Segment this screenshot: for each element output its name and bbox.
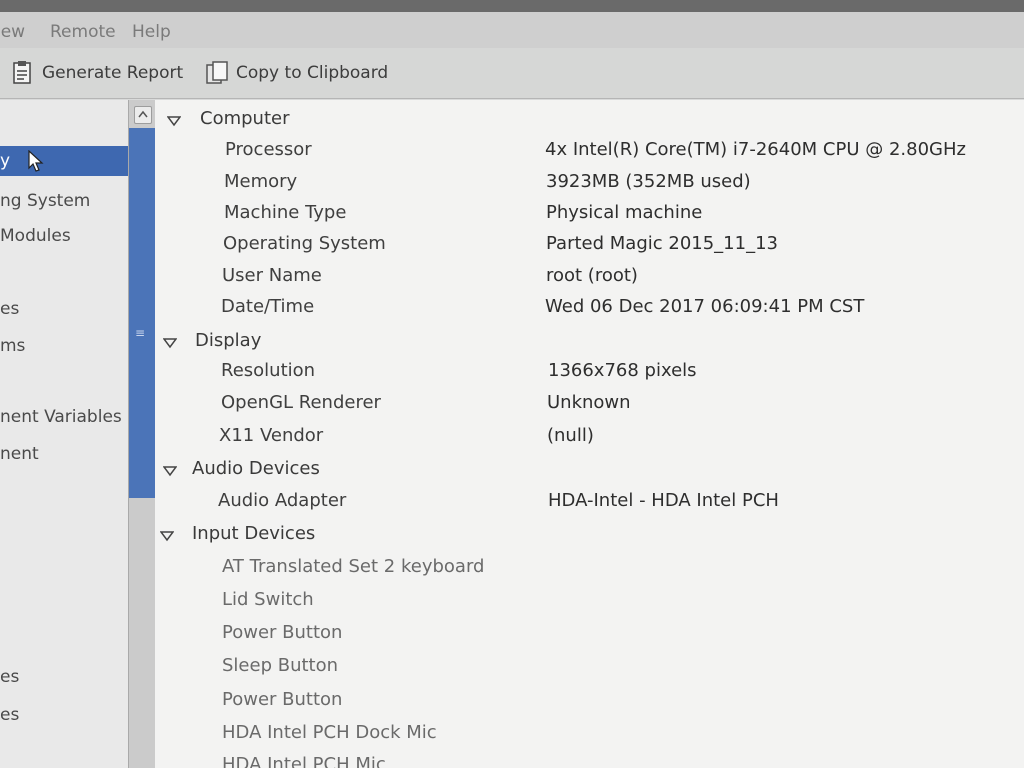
- row-key: Operating System: [223, 233, 386, 254]
- row-value: HDA-Intel - HDA Intel PCH: [548, 490, 779, 511]
- sidebar-item-label: nent: [0, 444, 39, 464]
- report-icon: [12, 61, 32, 85]
- sidebar-item-label: ms: [0, 336, 26, 356]
- sidebar-item-summary[interactable]: y: [0, 146, 128, 176]
- expander-down-icon[interactable]: [162, 462, 178, 477]
- scrollbar-thumb[interactable]: ≡: [129, 128, 155, 498]
- copy-to-clipboard-label: Copy to Clipboard: [236, 63, 389, 83]
- generate-report-button[interactable]: Generate Report: [12, 58, 183, 88]
- tree-row[interactable]: Power Button: [155, 618, 1024, 648]
- sidebar-item-development[interactable]: nent: [0, 439, 128, 469]
- category-label: Computer: [200, 108, 290, 129]
- row-key: Memory: [224, 171, 298, 192]
- tree-row[interactable]: Lid Switch: [155, 585, 1024, 615]
- tree-row[interactable]: Sleep Button: [155, 651, 1024, 681]
- input-device-name: Sleep Button: [222, 655, 339, 676]
- details-tree: Computer Processor 4x Intel(R) Core(TM) …: [155, 100, 1024, 768]
- sidebar-item-operating-system[interactable]: ng System: [0, 186, 128, 216]
- tree-row[interactable]: Processor 4x Intel(R) Core(TM) i7-2640M …: [155, 135, 1024, 165]
- menu-bar: iew Remote Help: [0, 12, 1024, 49]
- sidebar-item-kernel-modules[interactable]: Modules: [0, 221, 128, 251]
- sidebar-item-devices[interactable]: es: [0, 662, 128, 692]
- tree-row[interactable]: AT Translated Set 2 keyboard: [155, 552, 1024, 582]
- sidebar-item-label: y: [0, 151, 11, 171]
- input-device-name: Power Button: [222, 689, 343, 710]
- mouse-cursor-icon: [28, 149, 44, 182]
- tree-row[interactable]: Audio Adapter HDA-Intel - HDA Intel PCH: [155, 486, 1024, 516]
- expander-down-icon[interactable]: [162, 334, 178, 349]
- row-key: X11 Vendor: [219, 425, 324, 446]
- input-device-name: HDA Intel PCH Mic: [222, 754, 386, 768]
- tree-row[interactable]: Resolution 1366x768 pixels: [155, 356, 1024, 386]
- menu-help[interactable]: Help: [132, 22, 171, 42]
- menu-remote[interactable]: Remote: [50, 22, 116, 42]
- row-value: 3923MB (352MB used): [546, 171, 751, 192]
- row-value: Unknown: [547, 392, 631, 413]
- row-value: 1366x768 pixels: [548, 360, 697, 381]
- row-key: Machine Type: [224, 202, 347, 223]
- row-key: Audio Adapter: [218, 490, 347, 511]
- category-input-devices[interactable]: Input Devices: [155, 519, 1024, 549]
- sidebar-item-filesystems[interactable]: ms: [0, 331, 128, 361]
- tree-row[interactable]: User Name root (root): [155, 261, 1024, 291]
- row-value: root (root): [546, 265, 638, 286]
- row-value: Physical machine: [546, 202, 703, 223]
- row-key: Resolution: [221, 360, 316, 381]
- sidebar-item-label: ng System: [0, 191, 91, 211]
- tree-row[interactable]: Date/Time Wed 06 Dec 2017 06:09:41 PM CS…: [155, 292, 1024, 322]
- toolbar: Generate Report Copy to Clipboard: [0, 48, 1024, 99]
- window-titlebar: [0, 0, 1024, 12]
- tree-row[interactable]: HDA Intel PCH Mic: [155, 750, 1024, 768]
- row-key: Processor: [225, 139, 312, 160]
- row-value: Wed 06 Dec 2017 06:09:41 PM CST: [545, 296, 865, 317]
- sidebar-item-resources[interactable]: es: [0, 700, 128, 730]
- grip-icon: ≡: [135, 326, 146, 340]
- category-label: Display: [195, 330, 262, 351]
- category-computer[interactable]: Computer: [155, 104, 1024, 134]
- tree-row[interactable]: HDA Intel PCH Dock Mic: [155, 718, 1024, 748]
- clipboard-icon: [206, 61, 228, 85]
- row-key: User Name: [222, 265, 322, 286]
- tree-row[interactable]: OpenGL Renderer Unknown: [155, 388, 1024, 418]
- tree-row[interactable]: X11 Vendor (null): [155, 421, 1024, 451]
- row-key: Date/Time: [221, 296, 315, 317]
- generate-report-label: Generate Report: [42, 63, 184, 83]
- scroll-up-button[interactable]: [134, 106, 152, 124]
- menu-view[interactable]: iew: [0, 22, 25, 42]
- copy-to-clipboard-button[interactable]: Copy to Clipboard: [206, 58, 388, 88]
- input-device-name: Lid Switch: [222, 589, 314, 610]
- category-label: Audio Devices: [192, 458, 320, 479]
- input-device-name: AT Translated Set 2 keyboard: [222, 556, 485, 577]
- sidebar: y ng System Modules es ms nent Variables…: [0, 100, 128, 768]
- input-device-name: Power Button: [222, 622, 343, 643]
- input-device-name: HDA Intel PCH Dock Mic: [222, 722, 437, 743]
- sidebar-scrollbar[interactable]: ≡: [128, 100, 156, 768]
- sidebar-item-label: Modules: [0, 226, 71, 246]
- sidebar-item-label: nent Variables: [0, 407, 122, 427]
- category-display[interactable]: Display: [155, 326, 1024, 356]
- sidebar-item-label: es: [0, 299, 20, 319]
- row-value: Parted Magic 2015_11_13: [546, 233, 778, 254]
- tree-row[interactable]: Power Button: [155, 685, 1024, 715]
- category-audio-devices[interactable]: Audio Devices: [155, 454, 1024, 484]
- row-value: 4x Intel(R) Core(TM) i7-2640M CPU @ 2.80…: [545, 139, 966, 160]
- tree-row[interactable]: Machine Type Physical machine: [155, 198, 1024, 228]
- arrow-up-icon: [138, 110, 148, 118]
- row-key: OpenGL Renderer: [221, 392, 381, 413]
- expander-down-icon[interactable]: [159, 527, 175, 542]
- sidebar-item-label: es: [0, 667, 20, 687]
- sidebar-item-languages[interactable]: es: [0, 294, 128, 324]
- expander-down-icon[interactable]: [166, 112, 182, 127]
- row-value: (null): [547, 425, 594, 446]
- tree-row[interactable]: Memory 3923MB (352MB used): [155, 167, 1024, 197]
- category-label: Input Devices: [192, 523, 316, 544]
- sidebar-item-environment-variables[interactable]: nent Variables: [0, 402, 128, 432]
- sidebar-item-label: es: [0, 705, 20, 725]
- tree-row[interactable]: Operating System Parted Magic 2015_11_13: [155, 229, 1024, 259]
